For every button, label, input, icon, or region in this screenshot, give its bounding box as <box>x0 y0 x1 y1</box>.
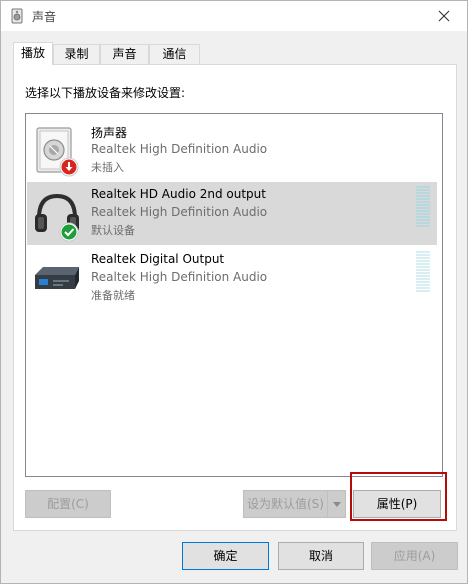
configure-button[interactable]: 配置(C) <box>25 490 111 518</box>
device-description: Realtek High Definition Audio <box>91 205 268 219</box>
device-item-digital-output[interactable]: Realtek Digital Output Realtek High Defi… <box>27 247 437 310</box>
volume-meter <box>416 186 432 230</box>
ok-button[interactable]: 确定 <box>182 542 269 570</box>
device-list[interactable]: 扬声器 Realtek High Definition Audio 未插入 Re… <box>25 113 443 477</box>
device-status: 未插入 <box>91 161 124 174</box>
digital-output-device-icon <box>35 267 79 289</box>
playback-panel: 选择以下播放设备来修改设置: 扬声器 Realtek High Definiti… <box>13 64 457 531</box>
window-title: 声音 <box>32 10 57 24</box>
instruction-label: 选择以下播放设备来修改设置: <box>25 86 186 100</box>
tab-sounds[interactable]: 声音 <box>100 44 149 64</box>
set-default-dropdown[interactable] <box>327 490 346 518</box>
cancel-button[interactable]: 取消 <box>278 542 364 570</box>
speaker-icon <box>11 8 23 24</box>
volume-meter <box>416 251 432 295</box>
tab-recording[interactable]: 录制 <box>53 44 100 64</box>
tab-playback[interactable]: 播放 <box>13 42 53 65</box>
unplugged-status-icon <box>59 157 79 177</box>
properties-button[interactable]: 属性(P) <box>353 490 441 518</box>
default-device-check-icon <box>59 222 79 242</box>
device-name: Realtek HD Audio 2nd output <box>91 187 266 201</box>
set-default-button[interactable]: 设为默认值(S) <box>243 490 328 518</box>
device-item-speakers[interactable]: 扬声器 Realtek High Definition Audio 未插入 <box>27 119 437 182</box>
sound-dialog: 声音 播放 录制 声音 通信 选择以下播放设备来修改设置: 扬声器 Realte… <box>0 0 468 584</box>
tab-communications[interactable]: 通信 <box>149 44 200 64</box>
title-bar[interactable]: 声音 <box>1 1 467 31</box>
chevron-down-icon <box>332 501 341 507</box>
device-item-hd-audio-2nd-output[interactable]: Realtek HD Audio 2nd output Realtek High… <box>27 182 437 245</box>
apply-button[interactable]: 应用(A) <box>371 542 458 570</box>
device-status: 默认设备 <box>91 224 135 237</box>
device-status: 准备就绪 <box>91 289 135 302</box>
close-icon <box>438 10 450 22</box>
device-description: Realtek High Definition Audio <box>91 142 268 156</box>
close-button[interactable] <box>421 1 467 31</box>
device-name: 扬声器 <box>91 126 128 140</box>
device-description: Realtek High Definition Audio <box>91 270 268 284</box>
device-name: Realtek Digital Output <box>91 252 225 266</box>
